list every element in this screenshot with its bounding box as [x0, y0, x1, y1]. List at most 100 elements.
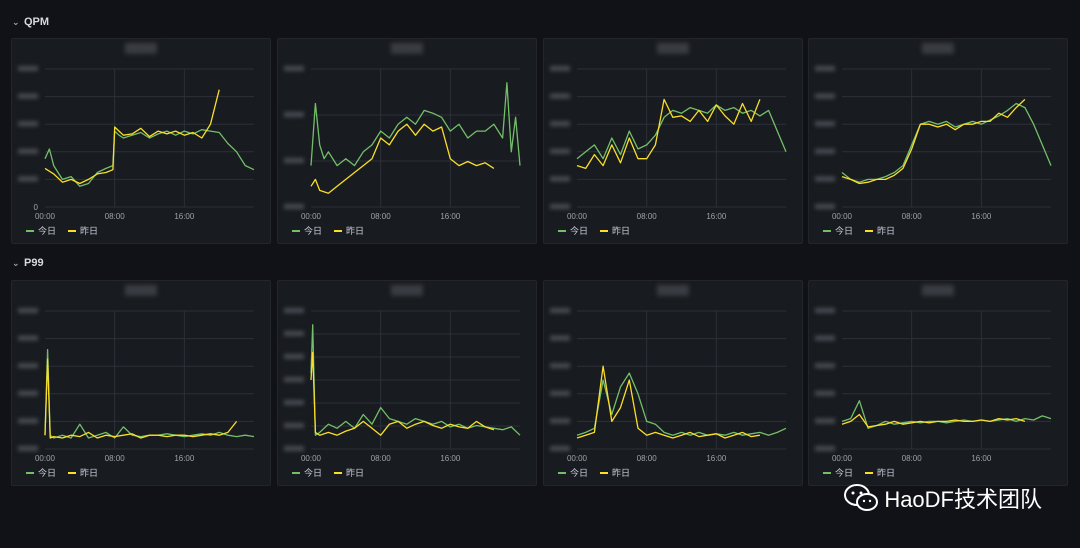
y-tick-label	[550, 121, 570, 127]
series-line-today	[841, 102, 1052, 183]
chart-panel[interactable]: 0 00:00 08:00 16:00 █████ 今日 昨日	[11, 38, 271, 244]
y-tick-label	[550, 93, 570, 99]
section-title: QPM	[24, 16, 50, 28]
x-tick-label: 00:00	[832, 212, 853, 221]
legend-item-today[interactable]: 今日	[26, 466, 56, 479]
chart-legend: 今日 昨日	[292, 466, 364, 479]
x-tick-label: 08:00	[105, 454, 126, 463]
x-tick-label: 16:00	[706, 212, 727, 221]
legend-item-yesterday[interactable]: 昨日	[334, 224, 364, 237]
legend-item-today[interactable]: 今日	[558, 224, 588, 237]
series-line-yesterday	[576, 98, 761, 170]
legend-swatch	[558, 471, 566, 474]
legend-swatch	[558, 229, 566, 232]
legend-item-today[interactable]: 今日	[26, 224, 56, 237]
y-tick-label	[284, 158, 304, 163]
chevron-down-icon: ⌄	[12, 257, 20, 268]
legend-label: 昨日	[612, 226, 631, 236]
chart-legend: 今日 昨日	[26, 224, 98, 237]
legend-item-yesterday[interactable]: 昨日	[865, 224, 895, 237]
y-tick-label	[550, 363, 570, 369]
legend-item-today[interactable]: 今日	[823, 224, 853, 237]
x-tick-label: 00:00	[832, 454, 853, 463]
legend-swatch	[600, 229, 609, 232]
panel-title: █████	[125, 285, 157, 295]
line-chart: 00:00 08:00 16:00	[815, 66, 1052, 221]
legend-item-yesterday[interactable]: 昨日	[600, 224, 630, 237]
line-chart: 00:00 08:00 16:00	[284, 66, 521, 221]
y-tick-label	[815, 308, 835, 313]
section-header-p99[interactable]: ⌄ P99	[12, 255, 44, 271]
legend-item-today[interactable]: 今日	[823, 466, 853, 479]
y-tick-label	[815, 176, 835, 182]
legend-item-today[interactable]: 今日	[558, 466, 588, 479]
series-line-today	[44, 129, 255, 187]
y-tick-label	[815, 66, 835, 71]
series-line-yesterday	[310, 123, 495, 194]
legend-label: 昨日	[877, 468, 896, 478]
chart-panel[interactable]: 00:00 08:00 16:00 █████ 今日 昨日	[277, 38, 537, 244]
line-chart: 00:00 08:00 16:00	[550, 66, 787, 221]
y-tick-label	[550, 418, 570, 424]
y-tick-label	[815, 93, 835, 99]
legend-item-yesterday[interactable]: 昨日	[334, 466, 364, 479]
x-tick-label: 00:00	[301, 454, 322, 463]
panel-title: █████	[922, 43, 954, 53]
section-header-qpm[interactable]: ⌄ QPM	[12, 14, 49, 30]
y-tick-label	[18, 363, 38, 369]
y-tick-label	[550, 308, 570, 313]
chart-panel[interactable]: 00:00 08:00 16:00 █████ 今日 昨日	[543, 38, 803, 244]
legend-label: 昨日	[346, 468, 365, 478]
chart-legend: 今日 昨日	[292, 224, 364, 237]
y-tick-label	[284, 112, 304, 117]
watermark: HaoDF技术团队	[844, 482, 1042, 514]
chart-panel[interactable]: 00:00 08:00 16:00 █████ 今日 昨日	[543, 280, 803, 486]
legend-item-today[interactable]: 今日	[292, 466, 322, 479]
legend-label: 昨日	[877, 226, 896, 236]
y-tick-label	[815, 363, 835, 369]
panel-title: █████	[125, 43, 157, 53]
legend-swatch	[600, 471, 609, 474]
legend-item-yesterday[interactable]: 昨日	[600, 466, 630, 479]
chart-panel[interactable]: 00:00 08:00 16:00 █████ 今日 昨日	[808, 38, 1068, 244]
legend-label: 今日	[835, 226, 854, 236]
y-tick-label	[18, 176, 38, 182]
panel-title: █████	[391, 285, 423, 295]
x-tick-label: 16:00	[174, 212, 195, 221]
legend-swatch	[68, 229, 77, 232]
chart-panel[interactable]: 00:00 08:00 16:00 █████ 今日 昨日	[11, 280, 271, 486]
y-tick-label	[815, 418, 835, 424]
series-line-today	[841, 400, 1052, 429]
line-chart: 00:00 08:00 16:00	[815, 308, 1052, 463]
y-tick-label	[18, 418, 38, 424]
y-tick-label	[550, 446, 570, 451]
legend-swatch	[292, 229, 300, 232]
panel-title: █████	[391, 43, 423, 53]
y-tick-label	[550, 176, 570, 182]
y-tick-label	[815, 121, 835, 127]
legend-swatch	[334, 229, 343, 232]
legend-item-yesterday[interactable]: 昨日	[68, 224, 98, 237]
chart-legend: 今日 昨日	[26, 466, 98, 479]
x-tick-label: 00:00	[35, 454, 56, 463]
legend-item-today[interactable]: 今日	[292, 224, 322, 237]
legend-item-yesterday[interactable]: 昨日	[865, 466, 895, 479]
legend-item-yesterday[interactable]: 昨日	[68, 466, 98, 479]
x-tick-label: 08:00	[371, 212, 392, 221]
x-tick-label: 08:00	[637, 454, 658, 463]
legend-label: 今日	[570, 468, 589, 478]
x-tick-label: 08:00	[105, 212, 126, 221]
line-chart: 00:00 08:00 16:00	[284, 308, 521, 463]
y-tick-label	[550, 66, 570, 71]
chart-panel[interactable]: 00:00 08:00 16:00 █████ 今日 昨日	[277, 280, 537, 486]
y-tick-label	[18, 335, 38, 341]
legend-label: 今日	[835, 468, 854, 478]
chart-panel[interactable]: 00:00 08:00 16:00 █████ 今日 昨日	[808, 280, 1068, 486]
y-tick-label	[815, 335, 835, 341]
legend-swatch	[334, 471, 343, 474]
y-tick-label: 0	[34, 203, 39, 212]
y-tick-label	[815, 148, 835, 154]
legend-swatch	[823, 229, 831, 232]
x-tick-label: 08:00	[902, 212, 923, 221]
legend-label: 今日	[38, 468, 57, 478]
